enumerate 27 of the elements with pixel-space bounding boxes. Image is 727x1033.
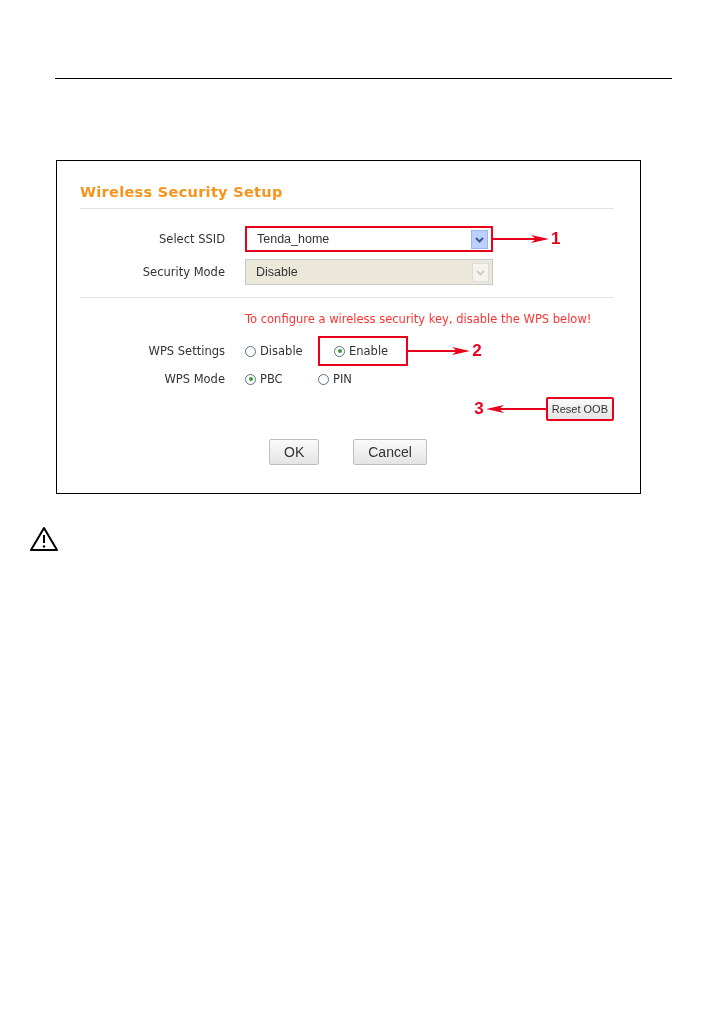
field-label: WPS Settings [147,344,225,358]
field-label: Security Mode [141,265,225,279]
arrow [493,234,549,244]
warning-icon [29,526,59,552]
radio-button[interactable] [245,373,256,385]
reset-button[interactable]: Reset OOB [545,397,614,421]
callout-number: 1 [551,229,561,249]
callout-number: 2 [472,341,482,361]
field-label: Select SSID [158,232,225,246]
dialog-button[interactable]: OK [269,439,320,465]
radio-option[interactable]: Disable [245,338,318,364]
radio-button[interactable] [334,345,345,357]
field-label: WPS Mode [163,372,225,386]
dialog-button[interactable]: Cancel [353,439,427,465]
radio-option[interactable]: PIN [318,366,391,392]
radio-option[interactable]: PBC [245,366,318,392]
radio-button[interactable] [245,345,256,357]
panel-title: Wireless Security Setup [80,184,614,209]
radio-option[interactable]: Enable [318,336,409,366]
chevron-down-icon [471,229,488,249]
select-dropdown[interactable]: Tenda_home [245,226,493,252]
warning-message: To configure a wireless security key, disable the WPS below! [245,312,593,326]
radio-button[interactable] [318,373,329,385]
arrow [408,346,471,356]
callout-number: 3 [474,399,484,419]
chevron-down-icon [472,262,489,282]
arrow [485,404,546,414]
